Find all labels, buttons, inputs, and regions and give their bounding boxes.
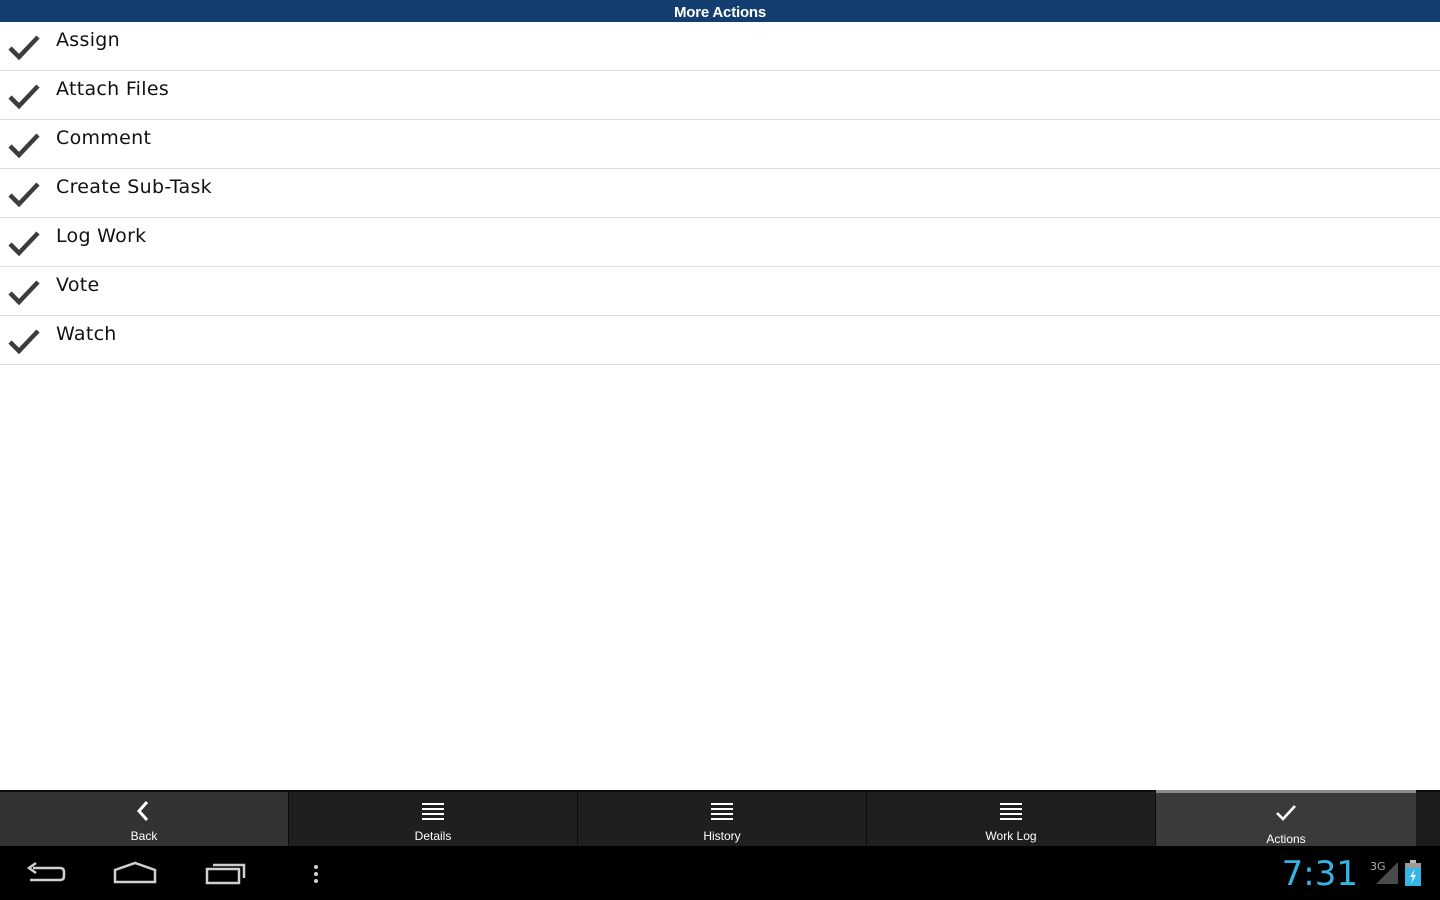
action-item-assign[interactable]: Assign <box>0 22 1440 71</box>
checkmark-icon <box>1276 805 1296 821</box>
actions-list: Assign Attach Files Comment Create Sub-T… <box>0 22 1440 365</box>
checkmark-icon <box>8 35 40 61</box>
action-label: Vote <box>56 274 100 296</box>
tab-label: Actions <box>1266 832 1306 846</box>
action-label: Watch <box>56 323 117 345</box>
list-icon <box>422 803 444 820</box>
system-nav-bar: 7:31 3G <box>0 846 1440 900</box>
checkmark-icon <box>8 280 40 306</box>
page-title: More Actions <box>0 0 1440 22</box>
action-item-log-work[interactable]: Log Work <box>0 218 1440 267</box>
battery-charging-icon <box>1405 860 1421 886</box>
action-item-watch[interactable]: Watch <box>0 316 1440 365</box>
checkmark-icon <box>8 231 40 257</box>
tab-actions[interactable]: Actions <box>1156 790 1416 846</box>
bottom-tab-bar: Back Details History Work Log Actions <box>0 790 1440 846</box>
list-icon <box>1000 803 1022 820</box>
back-icon[interactable] <box>24 858 66 888</box>
checkmark-icon <box>8 84 40 110</box>
chevron-left-icon <box>136 801 149 821</box>
tab-label: History <box>703 829 741 843</box>
tab-label: Back <box>130 829 158 843</box>
action-item-comment[interactable]: Comment <box>0 120 1440 169</box>
app-screen: More Actions Assign Attach Files Comment… <box>0 0 1440 900</box>
signal-icon <box>1376 862 1398 884</box>
action-label: Assign <box>56 29 120 51</box>
home-icon[interactable] <box>112 858 158 888</box>
action-label: Create Sub-Task <box>56 176 212 198</box>
list-icon <box>711 803 733 820</box>
tab-work-log[interactable]: Work Log <box>867 792 1155 846</box>
action-label: Attach Files <box>56 78 170 100</box>
tab-back[interactable]: Back <box>0 792 288 846</box>
tab-details[interactable]: Details <box>289 792 577 846</box>
checkmark-icon <box>8 329 40 355</box>
checkmark-icon <box>8 133 40 159</box>
recent-apps-icon[interactable] <box>204 858 248 888</box>
clock: 7:31 <box>1281 854 1358 894</box>
action-item-create-sub-task[interactable]: Create Sub-Task <box>0 169 1440 218</box>
action-item-vote[interactable]: Vote <box>0 267 1440 316</box>
action-label: Comment <box>56 127 152 149</box>
action-item-attach-files[interactable]: Attach Files <box>0 71 1440 120</box>
tab-label: Work Log <box>985 829 1037 843</box>
tab-history[interactable]: History <box>578 792 866 846</box>
checkmark-icon <box>8 182 40 208</box>
menu-icon[interactable] <box>310 858 322 888</box>
action-label: Log Work <box>56 225 147 247</box>
tab-label: Details <box>414 829 452 843</box>
